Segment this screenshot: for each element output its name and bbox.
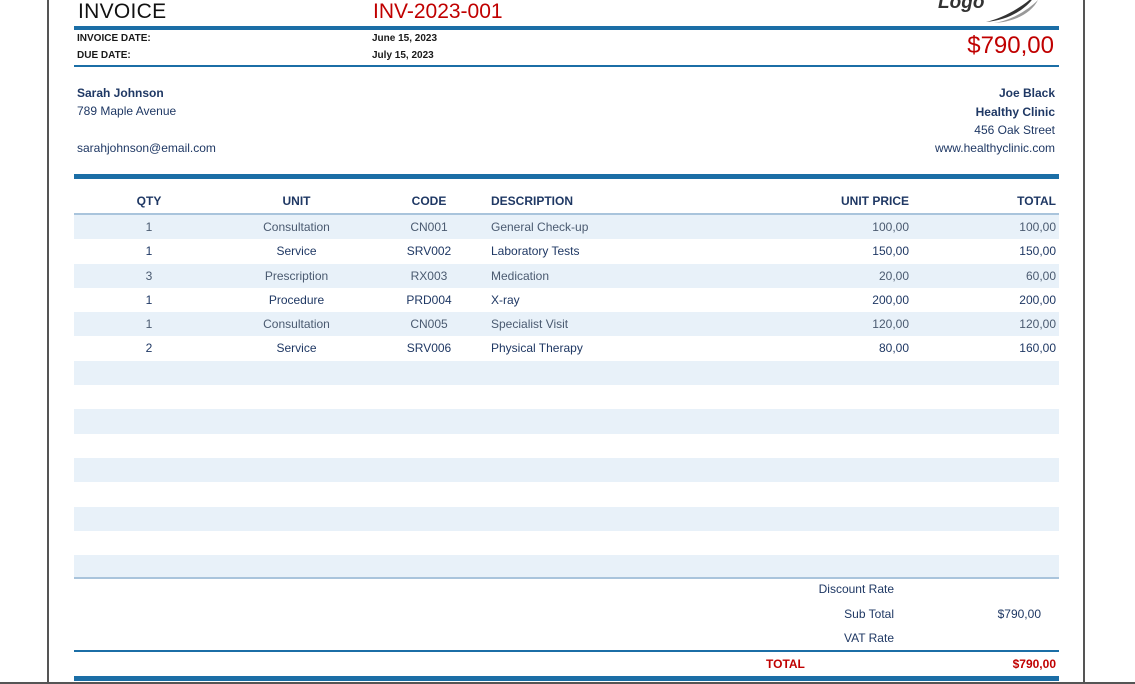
table-row	[74, 482, 1059, 506]
table-row	[74, 360, 1059, 386]
due-date-value: July 15, 2023	[372, 50, 434, 61]
table-header: QTY UNIT CODE DESCRIPTION UNIT PRICE TOT…	[74, 190, 1059, 215]
header-unit-price: UNIT PRICE	[840, 194, 909, 208]
cell-unit-price: 150,00	[872, 244, 909, 259]
cell-total: 60,00	[1025, 268, 1056, 283]
table-row	[74, 385, 1059, 409]
table-row	[74, 506, 1059, 531]
header-qty: QTY	[136, 194, 162, 208]
cell-unit: Service	[276, 244, 317, 259]
vat-rate-label: VAT Rate	[843, 631, 894, 645]
cell-description: General Check-up	[491, 220, 589, 234]
cell-code: CN001	[410, 220, 448, 234]
cell-total: 160,00	[1019, 341, 1056, 356]
provider-website: www.healthyclinic.com	[934, 141, 1055, 155]
sheet-left-edge	[47, 0, 49, 684]
cell-total: 120,00	[1019, 317, 1056, 332]
invoice-number: INV-2023-001	[373, 0, 503, 23]
header-bottom-rule	[74, 65, 1059, 67]
cell-code: SRV006	[406, 341, 452, 356]
cell-unit-price: 200,00	[872, 292, 909, 307]
cell-total: 100,00	[1019, 220, 1056, 234]
header-code: CODE	[411, 194, 447, 208]
header-top-rule	[74, 26, 1059, 30]
cell-unit: Prescription	[264, 268, 329, 283]
cell-unit-price: 80,00	[878, 341, 909, 356]
cell-total: 200,00	[1019, 292, 1056, 307]
table-row: 1 Consultation CN005 Specialist Visit 120,00…	[74, 312, 1059, 337]
line-items-table: QTY UNIT CODE DESCRIPTION UNIT PRICE TOT…	[74, 190, 1059, 604]
due-date-label: DUE DATE:	[77, 50, 131, 61]
provider-company: Healthy Clinic	[975, 105, 1055, 119]
table-row	[74, 579, 1059, 603]
cell-qty: 1	[145, 292, 153, 307]
total-top-rule	[74, 650, 1059, 652]
table-body: 1 Consultation CN001 General Check-up 100,00…	[74, 215, 1059, 604]
table-row: 1 Service SRV002 Laboratory Tests 150,00 150,…	[74, 239, 1059, 263]
cell-description: Medication	[491, 268, 550, 283]
provider-contact: Joe Black	[998, 86, 1055, 100]
table-bottom-rule	[74, 577, 1059, 579]
sheet-right-edge	[1083, 0, 1085, 684]
table-row	[74, 457, 1059, 483]
table-row	[74, 531, 1059, 555]
invoice-page: INVOICE INV-2023-001 Logo INVOICE DATE: …	[74, 0, 1059, 684]
client-street: 789 Maple Avenue	[77, 104, 177, 118]
cell-unit: Procedure	[268, 292, 325, 307]
table-row	[74, 555, 1059, 580]
grand-total-label: TOTAL	[766, 657, 805, 671]
cell-unit: Consultation	[263, 220, 330, 234]
client-name: Sarah Johnson	[77, 86, 164, 100]
client-email: sarahjohnson@email.com	[77, 141, 216, 155]
cell-description: Specialist Visit	[491, 317, 569, 332]
cell-code: RX003	[410, 268, 448, 283]
cell-code: CN005	[410, 317, 448, 332]
cell-unit-price: 100,00	[872, 220, 909, 234]
subtotal-label: Sub Total	[844, 607, 894, 621]
cell-qty: 3	[145, 268, 153, 283]
cell-qty: 1	[145, 244, 153, 259]
document-title: INVOICE	[78, 0, 167, 23]
invoice-date-value: June 15, 2023	[372, 33, 438, 44]
cell-description: X-ray	[491, 292, 520, 307]
header-description: DESCRIPTION	[491, 194, 574, 208]
cell-total: 150,00	[1019, 244, 1056, 259]
table-row: 2 Service SRV006 Physical Therapy 80,00 160,0…	[74, 336, 1059, 360]
table-row	[74, 409, 1059, 434]
grand-total-value: $790,00	[1012, 657, 1056, 671]
table-row: 1 Consultation CN001 General Check-up 100,00…	[74, 215, 1059, 240]
amount-due: $790,00	[967, 32, 1054, 59]
cell-qty: 1	[145, 220, 153, 234]
table-row: 1 Procedure PRD004 X-ray 200,00 200,00	[74, 288, 1059, 312]
cell-description: Physical Therapy	[491, 341, 583, 356]
cell-code: SRV002	[406, 244, 452, 259]
header-unit: UNIT	[282, 194, 311, 208]
cell-unit: Service	[276, 341, 317, 356]
cell-unit-price: 20,00	[878, 268, 909, 283]
cell-code: PRD004	[406, 292, 452, 307]
provider-street: 456 Oak Street	[974, 123, 1055, 137]
table-top-rule	[74, 174, 1059, 179]
logo-swoosh-icon	[986, 0, 1038, 23]
cell-unit: Consultation	[263, 317, 330, 332]
header-total: TOTAL	[1017, 194, 1056, 208]
subtotal-value: $790,00	[997, 607, 1041, 621]
table-row	[74, 434, 1059, 458]
cell-unit-price: 120,00	[872, 317, 909, 332]
cell-qty: 2	[145, 341, 153, 356]
cell-description: Laboratory Tests	[491, 244, 580, 259]
company-logo: Logo	[924, 0, 1044, 26]
cell-qty: 1	[145, 317, 153, 332]
discount-rate-label: Discount Rate	[818, 582, 894, 596]
invoice-date-label: INVOICE DATE:	[77, 33, 151, 44]
table-row: 3 Prescription RX003 Medication 20,00 60,00	[74, 263, 1059, 288]
footer-rule	[74, 676, 1059, 681]
